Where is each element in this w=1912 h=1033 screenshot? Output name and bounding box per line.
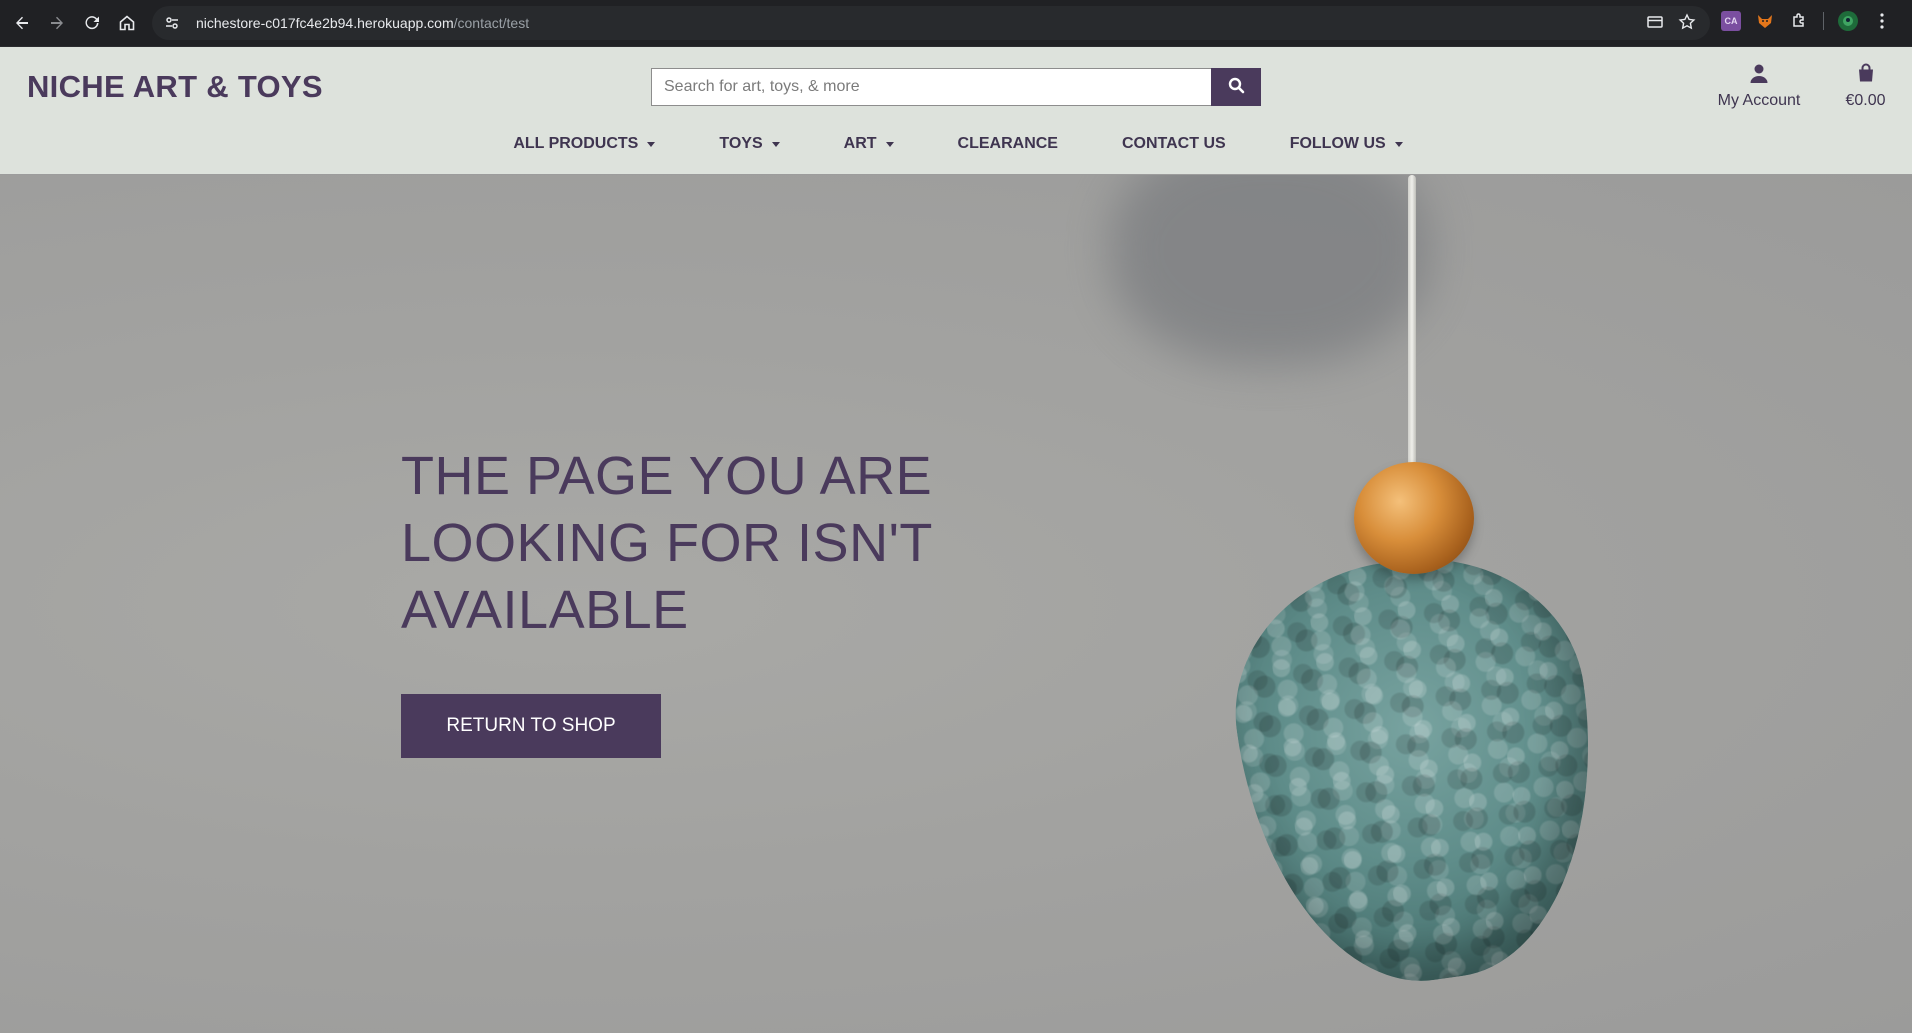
nav-contact-us[interactable]: CONTACT US	[1122, 135, 1226, 153]
reload-icon[interactable]	[79, 10, 105, 36]
hero-wooden-bead	[1354, 462, 1474, 574]
forward-icon[interactable]	[44, 10, 70, 36]
home-icon[interactable]	[114, 10, 140, 36]
nav-contact-us-label: CONTACT US	[1121, 135, 1226, 152]
shopping-bag-icon	[1856, 63, 1876, 87]
my-account-label: My Account	[1717, 92, 1801, 109]
site-info-icon[interactable]	[160, 11, 184, 35]
hero-section: THE PAGE YOU ARE LOOKING FOR ISN'T AVAILAB…	[0, 175, 1912, 1033]
nav-all-products-label: ALL PRODUCTS	[513, 135, 639, 152]
browser-toolbar: nichestore-c017fc4e2b94.herokuapp.com/co…	[0, 0, 1912, 47]
nav-clearance[interactable]: CLEARANCE	[958, 135, 1058, 153]
profile-icon[interactable]	[1838, 11, 1858, 31]
menu-icon[interactable]	[1872, 11, 1892, 31]
nav-toys-label: TOYS	[719, 135, 763, 152]
card-icon[interactable]	[1646, 13, 1664, 36]
extension-ca-label: CA	[1724, 16, 1738, 26]
star-icon[interactable]	[1678, 13, 1696, 36]
caret-down-icon	[885, 141, 894, 147]
search-icon	[1228, 77, 1245, 97]
main-nav: ALL PRODUCTS TOYS ART CLEARANCE CONTACT …	[0, 135, 1912, 153]
back-icon[interactable]	[9, 10, 35, 36]
user-icon	[1749, 64, 1769, 87]
toolbar-divider	[1823, 12, 1824, 30]
caret-down-icon	[1394, 141, 1403, 147]
url-path: /contact/test	[453, 15, 530, 31]
nav-toys[interactable]: TOYS	[719, 135, 780, 153]
address-bar[interactable]: nichestore-c017fc4e2b94.herokuapp.com/co…	[152, 6, 1710, 40]
site-logo[interactable]: NICHE ART & TOYS	[27, 69, 323, 105]
nav-follow-us[interactable]: FOLLOW US	[1290, 135, 1403, 153]
caret-down-icon	[771, 141, 780, 147]
page-title: THE PAGE YOU ARE LOOKING FOR ISN'T AVAILAB…	[401, 443, 1001, 644]
nav-all-products[interactable]: ALL PRODUCTS	[513, 135, 656, 153]
search-input[interactable]	[651, 68, 1211, 106]
nav-art-label: ART	[843, 135, 877, 152]
return-to-shop-button[interactable]: RETURN TO SHOP	[401, 694, 661, 758]
nav-art[interactable]: ART	[844, 135, 894, 153]
my-account-link[interactable]: My Account	[1714, 63, 1804, 110]
nav-follow-us-label: FOLLOW US	[1289, 135, 1386, 152]
search-form	[651, 68, 1261, 106]
page-title-line-2: LOOKING FOR ISN'T	[401, 513, 933, 573]
hero-string	[1408, 175, 1416, 475]
page-title-line-1: THE PAGE YOU ARE	[401, 446, 933, 506]
fox-icon[interactable]	[1755, 11, 1775, 31]
hero-knitted-ornament	[1216, 537, 1622, 1003]
hero-background-toy	[1110, 175, 1430, 365]
caret-down-icon	[647, 141, 656, 147]
extension-ca-icon[interactable]: CA	[1721, 11, 1741, 31]
url-text: nichestore-c017fc4e2b94.herokuapp.com/co…	[196, 15, 529, 31]
page-title-line-3: AVAILABLE	[401, 580, 689, 640]
url-host: nichestore-c017fc4e2b94.herokuapp.com	[196, 15, 454, 31]
search-button[interactable]	[1211, 68, 1261, 106]
shopping-bag-link[interactable]: €0.00	[1838, 63, 1893, 110]
nav-clearance-label: CLEARANCE	[957, 135, 1058, 152]
site-header: NICHE ART & TOYS My Account €0.00 ALL PR…	[0, 47, 1912, 175]
puzzle-icon[interactable]	[1789, 11, 1809, 31]
bag-total: €0.00	[1845, 92, 1886, 109]
